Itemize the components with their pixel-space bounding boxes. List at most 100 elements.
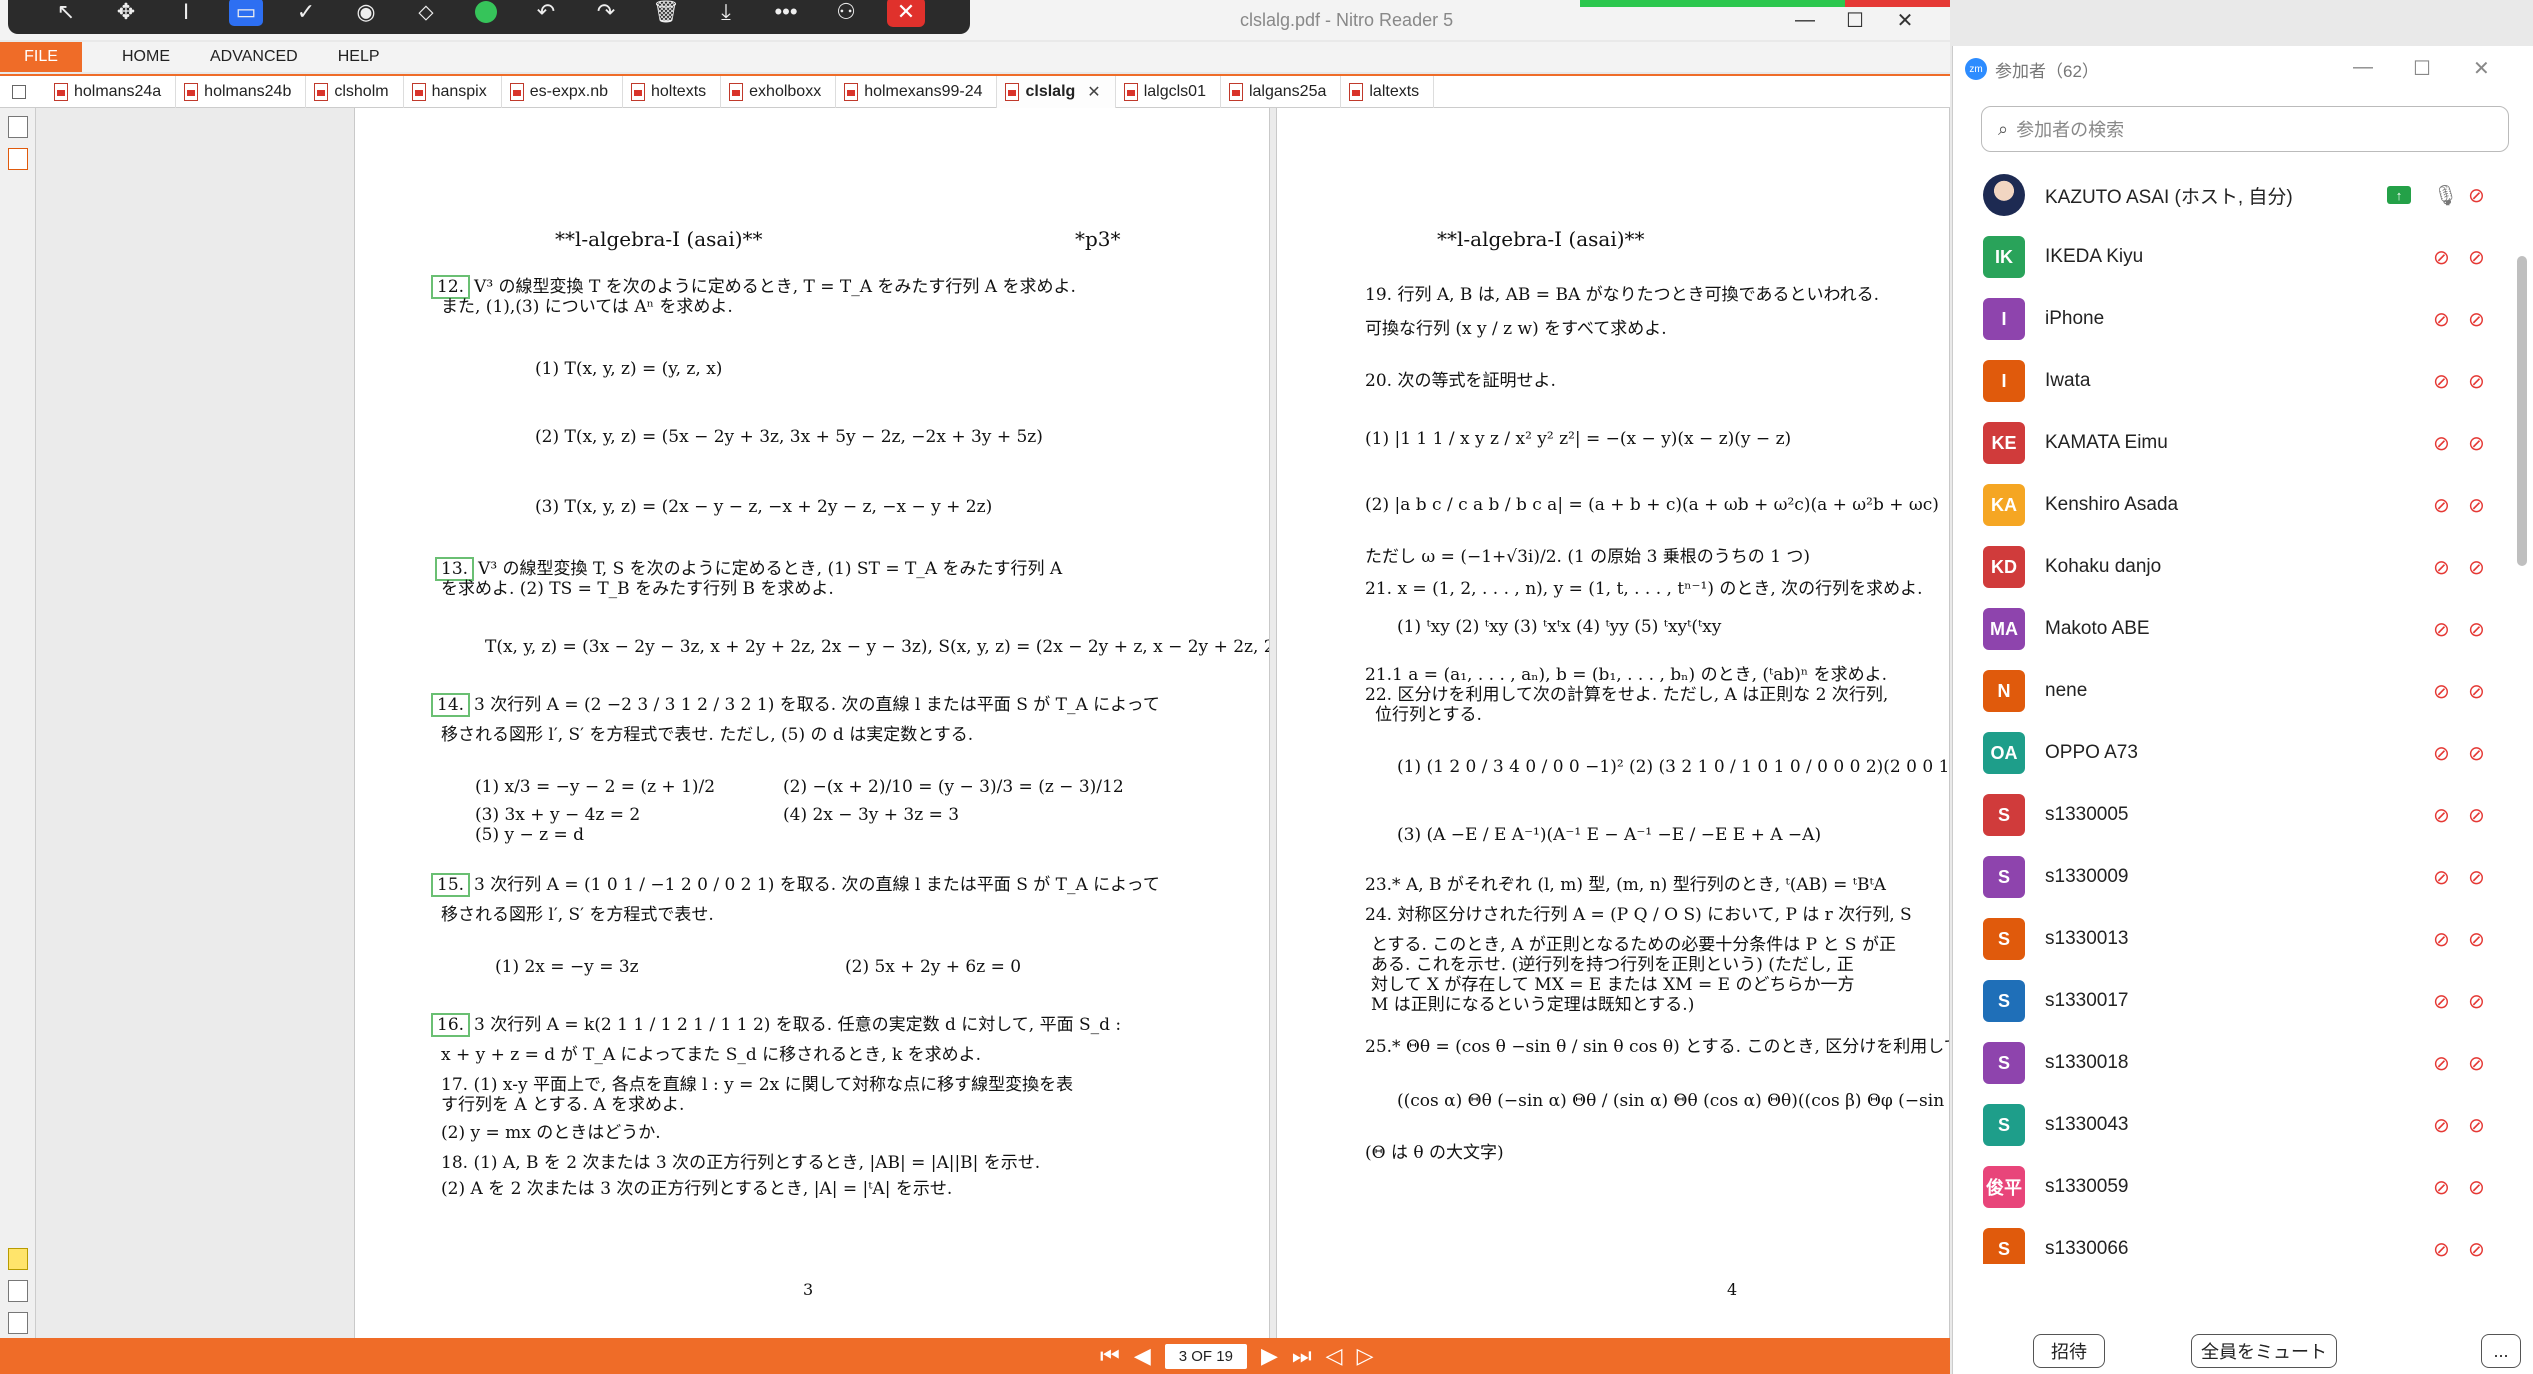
mic-muted-icon[interactable]: ⊘ xyxy=(2433,927,2450,952)
mic-muted-icon[interactable]: ⊘ xyxy=(2433,803,2450,828)
tab-list-icon[interactable] xyxy=(12,84,26,99)
menu-advanced[interactable]: ADVANCED xyxy=(210,48,298,66)
camera-off-icon[interactable]: ⊘ xyxy=(2468,1237,2485,1262)
maximize-button[interactable]: ☐ xyxy=(1830,4,1880,36)
camera-off-icon[interactable]: ⊘ xyxy=(2468,307,2485,332)
mic-muted-icon[interactable]: ⊘ xyxy=(2433,617,2450,642)
participant-row[interactable]: Ss1330009 ⊘ ⊘ xyxy=(1953,846,2513,908)
tab-lalgans25a[interactable]: lalgans25a xyxy=(1221,75,1342,108)
camera-off-icon[interactable]: ⊘ xyxy=(2468,679,2485,704)
participant-row[interactable]: IK IKEDA Kiyu ⊘ ⊘ xyxy=(1953,226,2513,288)
move-tool-icon[interactable]: ✥ xyxy=(96,0,156,32)
output-icon[interactable] xyxy=(8,1312,28,1334)
menu-home[interactable]: HOME xyxy=(122,48,170,66)
camera-off-icon[interactable]: ⊘ xyxy=(2468,183,2485,208)
file-menu[interactable]: FILE xyxy=(0,42,82,72)
close-toolbar-icon[interactable]: ✕ xyxy=(876,0,936,32)
camera-off-icon[interactable]: ⊘ xyxy=(2468,1113,2485,1138)
first-page-icon[interactable]: ⏮ xyxy=(1100,1343,1120,1369)
camera-off-icon[interactable]: ⊘ xyxy=(2468,865,2485,890)
panel-popout-button[interactable]: ☐ xyxy=(2413,56,2431,81)
page-indicator[interactable]: 3 OF 19 xyxy=(1164,1343,1247,1369)
participant-row[interactable]: KD Kohaku danjo ⊘ ⊘ xyxy=(1953,536,2513,598)
back-view-icon[interactable]: ◁ xyxy=(1326,1343,1343,1369)
camera-off-icon[interactable]: ⊘ xyxy=(2468,617,2485,642)
camera-off-icon[interactable]: ⊘ xyxy=(2468,555,2485,580)
download-icon[interactable]: ⤓ xyxy=(696,0,756,32)
mic-muted-icon[interactable]: ⊘ xyxy=(2433,307,2450,332)
mic-muted-icon[interactable]: ⊘ xyxy=(2433,369,2450,394)
camera-off-icon[interactable]: ⊘ xyxy=(2468,369,2485,394)
mic-muted-icon[interactable]: ⊘ xyxy=(2433,555,2450,580)
panel-close-button[interactable]: ✕ xyxy=(2473,56,2490,81)
color-picker-icon[interactable] xyxy=(456,0,516,32)
mic-muted-icon[interactable]: ⊘ xyxy=(2433,1237,2450,1262)
tab-holmans24b[interactable]: holmans24b xyxy=(176,75,307,108)
mic-muted-icon[interactable]: ⊘ xyxy=(2433,1051,2450,1076)
comments-icon[interactable] xyxy=(8,1248,28,1270)
mic-muted-icon[interactable]: ⊘ xyxy=(2433,865,2450,890)
eraser-icon[interactable]: ⬦ xyxy=(396,0,456,32)
tab-clslalg[interactable]: clslalg ✕ xyxy=(997,75,1116,108)
participant-row[interactable]: MA Makoto ABE ⊘ ⊘ xyxy=(1953,598,2513,660)
attachments-icon[interactable] xyxy=(8,1280,28,1302)
mic-muted-icon[interactable]: ⊘ xyxy=(2433,493,2450,518)
participant-row[interactable]: Ss1330017 ⊘ ⊘ xyxy=(1953,970,2513,1032)
close-window-button[interactable]: ✕ xyxy=(1880,4,1930,36)
tab-lalgcls01[interactable]: lalgcls01 xyxy=(1116,75,1221,108)
camera-off-icon[interactable]: ⊘ xyxy=(2468,245,2485,270)
redo-icon[interactable]: ↷ xyxy=(576,0,636,32)
tab-es-expx-nb[interactable]: es-expx.nb xyxy=(502,75,623,108)
tab-exholboxx[interactable]: exholboxx xyxy=(721,75,837,108)
next-page-icon[interactable]: ▶ xyxy=(1261,1343,1278,1369)
camera-off-icon[interactable]: ⊘ xyxy=(2468,803,2485,828)
last-page-icon[interactable]: ⏭ xyxy=(1292,1343,1312,1369)
participant-row[interactable]: Ss1330018 ⊘ ⊘ xyxy=(1953,1032,2513,1094)
participant-row[interactable]: Nnene ⊘ ⊘ xyxy=(1953,660,2513,722)
mic-muted-icon[interactable]: ⊘ xyxy=(2433,741,2450,766)
previous-page-icon[interactable]: ◀ xyxy=(1134,1343,1151,1369)
mic-muted-icon[interactable]: ⊘ xyxy=(2433,679,2450,704)
trash-icon[interactable]: 🗑 xyxy=(636,0,696,32)
participant-row[interactable]: Ss1330013 ⊘ ⊘ xyxy=(1953,908,2513,970)
rectangle-tool-icon[interactable]: ▭ xyxy=(216,0,276,32)
tab-holmans24a[interactable]: holmans24a xyxy=(46,75,177,108)
participant-row[interactable]: OA OPPO A73 ⊘ ⊘ xyxy=(1953,722,2513,784)
text-cursor-icon[interactable]: I xyxy=(156,0,216,32)
camera-off-icon[interactable]: ⊘ xyxy=(2468,1051,2485,1076)
tab-clsholm[interactable]: clsholm xyxy=(306,75,404,108)
share-icon[interactable]: ⚇ xyxy=(816,0,876,32)
microphone-icon[interactable]: 🎙 xyxy=(2433,183,2458,208)
participant-row[interactable]: IiPhone ⊘ ⊘ xyxy=(1953,288,2513,350)
camera-off-icon[interactable]: ⊘ xyxy=(2468,1175,2485,1200)
participant-row[interactable]: I Iwata ⊘ ⊘ xyxy=(1953,350,2513,412)
participant-list-scrollbar[interactable] xyxy=(2517,256,2527,566)
minimize-button[interactable]: — xyxy=(1780,4,1830,36)
camera-off-icon[interactable]: ⊘ xyxy=(2468,493,2485,518)
mute-all-button[interactable]: 全員をミュート xyxy=(2191,1334,2337,1368)
menu-help[interactable]: HELP xyxy=(338,48,380,66)
stamp-icon[interactable]: ◉ xyxy=(336,0,396,32)
participant-row[interactable]: Ss1330066 ⊘ ⊘ xyxy=(1953,1218,2513,1264)
mic-muted-icon[interactable]: ⊘ xyxy=(2433,1175,2450,1200)
tab-close-icon[interactable]: ✕ xyxy=(1087,82,1100,102)
mic-muted-icon[interactable]: ⊘ xyxy=(2433,989,2450,1014)
invite-button[interactable]: 招待 xyxy=(2033,1334,2105,1368)
forward-view-icon[interactable]: ▷ xyxy=(1357,1343,1374,1369)
camera-off-icon[interactable]: ⊘ xyxy=(2468,431,2485,456)
tab-holtexts[interactable]: holtexts xyxy=(623,75,722,108)
mic-muted-icon[interactable]: ⊘ xyxy=(2433,431,2450,456)
tab-holmexans99-24[interactable]: holmexans99-24 xyxy=(836,75,998,108)
bookmarks-icon[interactable] xyxy=(8,148,28,170)
participant-row[interactable]: KAZUTO ASAI (ホスト, 自分) ↑ 🎙 ⊘ xyxy=(1953,164,2513,226)
camera-off-icon[interactable]: ⊘ xyxy=(2468,927,2485,952)
panel-minimize-button[interactable]: — xyxy=(2353,56,2373,79)
participant-row[interactable]: KA Kenshiro Asada ⊘ ⊘ xyxy=(1953,474,2513,536)
participant-row[interactable]: 俊平 s1330059 ⊘ ⊘ xyxy=(1953,1156,2513,1218)
participant-search-input[interactable]: ⌕ 参加者の検索 xyxy=(1981,106,2509,152)
tab-laltexts[interactable]: laltexts xyxy=(1341,75,1435,108)
undo-icon[interactable]: ↶ xyxy=(516,0,576,32)
camera-off-icon[interactable]: ⊘ xyxy=(2468,741,2485,766)
mic-muted-icon[interactable]: ⊘ xyxy=(2433,1113,2450,1138)
camera-off-icon[interactable]: ⊘ xyxy=(2468,989,2485,1014)
